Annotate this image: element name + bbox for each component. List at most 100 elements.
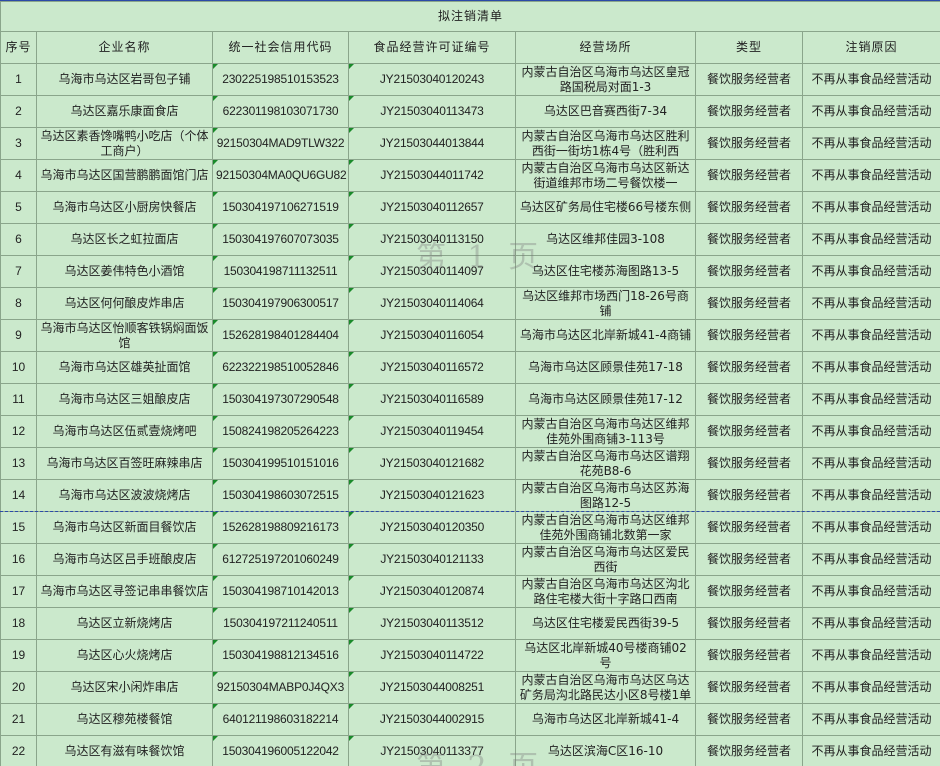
cell-type[interactable]: 餐饮服务经营者 <box>695 671 803 704</box>
cell-type[interactable]: 餐饮服务经营者 <box>695 159 803 192</box>
cell-address[interactable]: 内蒙古自治区乌海市乌达区皇冠路国税局对面1-3 <box>515 63 696 96</box>
cell-reason[interactable]: 不再从事食品经营活动 <box>801 159 940 192</box>
cell-type[interactable]: 餐饮服务经营者 <box>695 735 803 766</box>
cell-credit-code[interactable]: 150304197906300517 <box>212 287 349 320</box>
cell-license-number[interactable]: JY21503040121682 <box>348 447 516 480</box>
cell-address[interactable]: 乌达区北岸新城40号楼商铺02号 <box>515 639 696 672</box>
cell-license-number[interactable]: JY21503040119454 <box>348 415 516 448</box>
cell-reason[interactable]: 不再从事食品经营活动 <box>801 703 940 736</box>
cell-type[interactable]: 餐饮服务经营者 <box>695 447 803 480</box>
cell-company-name[interactable]: 乌海市乌达区雄英扯面馆 <box>36 351 213 384</box>
cell-company-name[interactable]: 乌达区长之虹拉面店 <box>36 223 213 256</box>
cell-company-name[interactable]: 乌海市乌达区寻签记串串餐饮店 <box>36 575 213 608</box>
cell-credit-code[interactable]: 152628198401284404 <box>212 319 349 352</box>
cell-address[interactable]: 内蒙古自治区乌海市乌达区谱翔花苑B8-6 <box>515 447 696 480</box>
header-cell-license-number[interactable]: 食品经营许可证编号 <box>348 31 516 64</box>
cell-type[interactable]: 餐饮服务经营者 <box>695 703 803 736</box>
cell-type[interactable]: 餐饮服务经营者 <box>695 63 803 96</box>
cell-company-name[interactable]: 乌海市乌达区怡顺客铁锅焖面饭馆 <box>36 319 213 352</box>
cell-address[interactable]: 内蒙古自治区乌海市乌达区沟北路住宅楼大街十字路口西南 <box>515 575 696 608</box>
cell-license-number[interactable]: JY21503044002915 <box>348 703 516 736</box>
cell-reason[interactable]: 不再从事食品经营活动 <box>801 607 940 640</box>
cell-index[interactable]: 18 <box>0 607 37 640</box>
cell-address[interactable]: 内蒙古自治区乌海市乌达区维邦佳苑外围商铺北数第一家 <box>515 511 696 544</box>
cell-reason[interactable]: 不再从事食品经营活动 <box>801 63 940 96</box>
cell-company-name[interactable]: 乌海市乌达区三姐酿皮店 <box>36 383 213 416</box>
cell-type[interactable]: 餐饮服务经营者 <box>695 191 803 224</box>
cell-company-name[interactable]: 乌达区何何酿皮炸串店 <box>36 287 213 320</box>
cell-type[interactable]: 餐饮服务经营者 <box>695 639 803 672</box>
cell-type[interactable]: 餐饮服务经营者 <box>695 127 803 160</box>
cell-credit-code[interactable]: 622301198103071730 <box>212 95 349 128</box>
cell-address[interactable]: 乌海市乌达区顾景佳苑17-18 <box>515 351 696 384</box>
header-cell-type[interactable]: 类型 <box>695 31 803 64</box>
cell-address[interactable]: 乌达区住宅楼苏海图路13-5 <box>515 255 696 288</box>
cell-address[interactable]: 内蒙古自治区乌海市乌达区胜利西街一街坊1栋4号（胜利西 <box>515 127 696 160</box>
cell-type[interactable]: 餐饮服务经营者 <box>695 287 803 320</box>
cell-company-name[interactable]: 乌达区姜伟特色小酒馆 <box>36 255 213 288</box>
cell-company-name[interactable]: 乌海市乌达区伍贰壹烧烤吧 <box>36 415 213 448</box>
cell-credit-code[interactable]: 152628198809216173 <box>212 511 349 544</box>
cell-license-number[interactable]: JY21503044013844 <box>348 127 516 160</box>
cell-address[interactable]: 内蒙古自治区乌海市乌达区乌达矿务局沟北路民达小区8号楼1单元 <box>515 671 696 704</box>
cell-license-number[interactable]: JY21503044008251 <box>348 671 516 704</box>
cell-company-name[interactable]: 乌海市乌达区吕手班酿皮店 <box>36 543 213 576</box>
cell-index[interactable]: 16 <box>0 543 37 576</box>
cell-address[interactable]: 内蒙古自治区乌海市乌达区新达街道维邦市场二号餐饮楼一 <box>515 159 696 192</box>
cell-license-number[interactable]: JY21503040116054 <box>348 319 516 352</box>
cell-reason[interactable]: 不再从事食品经营活动 <box>801 447 940 480</box>
cell-reason[interactable]: 不再从事食品经营活动 <box>801 223 940 256</box>
cell-address[interactable]: 内蒙古自治区乌海市乌达区维邦佳苑外围商铺3-113号 <box>515 415 696 448</box>
cell-company-name[interactable]: 乌海市乌达区国营鹏鹏面馆门店 <box>36 159 213 192</box>
cell-reason[interactable]: 不再从事食品经营活动 <box>801 191 940 224</box>
header-cell-index[interactable]: 序号 <box>0 31 37 64</box>
cell-type[interactable]: 餐饮服务经营者 <box>695 95 803 128</box>
cell-reason[interactable]: 不再从事食品经营活动 <box>801 383 940 416</box>
cell-credit-code[interactable]: 92150304MAD9TLW322 <box>212 127 349 160</box>
cell-license-number[interactable]: JY21503040120350 <box>348 511 516 544</box>
cell-address[interactable]: 乌海市乌达区北岸新城41-4商铺 <box>515 319 696 352</box>
cell-index[interactable]: 21 <box>0 703 37 736</box>
cell-license-number[interactable]: JY21503040120243 <box>348 63 516 96</box>
cell-index[interactable]: 15 <box>0 511 37 544</box>
cell-index[interactable]: 13 <box>0 447 37 480</box>
cell-reason[interactable]: 不再从事食品经营活动 <box>801 671 940 704</box>
cell-type[interactable]: 餐饮服务经营者 <box>695 479 803 512</box>
cell-address[interactable]: 乌海市乌达区北岸新城41-4 <box>515 703 696 736</box>
cell-credit-code[interactable]: 150824198205264223 <box>212 415 349 448</box>
cell-reason[interactable]: 不再从事食品经营活动 <box>801 543 940 576</box>
cell-company-name[interactable]: 乌海市乌达区岩哥包子铺 <box>36 63 213 96</box>
cell-index[interactable]: 11 <box>0 383 37 416</box>
cell-credit-code[interactable]: 150304197607073035 <box>212 223 349 256</box>
cell-reason[interactable]: 不再从事食品经营活动 <box>801 127 940 160</box>
cell-index[interactable]: 5 <box>0 191 37 224</box>
cell-index[interactable]: 19 <box>0 639 37 672</box>
cell-company-name[interactable]: 乌达区心火烧烤店 <box>36 639 213 672</box>
cell-type[interactable]: 餐饮服务经营者 <box>695 255 803 288</box>
cell-type[interactable]: 餐饮服务经营者 <box>695 319 803 352</box>
cell-credit-code[interactable]: 92150304MA0QU6GU82 <box>212 159 349 192</box>
cell-address[interactable]: 乌达区住宅楼爱民西街39-5 <box>515 607 696 640</box>
cell-company-name[interactable]: 乌海市乌达区百签旺麻辣串店 <box>36 447 213 480</box>
header-cell-credit-code[interactable]: 统一社会信用代码 <box>212 31 349 64</box>
cell-company-name[interactable]: 乌达区嘉乐康面食店 <box>36 95 213 128</box>
cell-index[interactable]: 14 <box>0 479 37 512</box>
cell-credit-code[interactable]: 150304197307290548 <box>212 383 349 416</box>
cell-type[interactable]: 餐饮服务经营者 <box>695 415 803 448</box>
cell-license-number[interactable]: JY21503040116572 <box>348 351 516 384</box>
cell-credit-code[interactable]: 150304196005122042 <box>212 735 349 766</box>
cell-reason[interactable]: 不再从事食品经营活动 <box>801 287 940 320</box>
cell-reason[interactable]: 不再从事食品经营活动 <box>801 511 940 544</box>
cell-index[interactable]: 6 <box>0 223 37 256</box>
cell-index[interactable]: 1 <box>0 63 37 96</box>
cell-address[interactable]: 乌达区巴音赛西街7-34 <box>515 95 696 128</box>
cell-index[interactable]: 12 <box>0 415 37 448</box>
cell-license-number[interactable]: JY21503040116589 <box>348 383 516 416</box>
cell-company-name[interactable]: 乌达区立新烧烤店 <box>36 607 213 640</box>
cell-credit-code[interactable]: 150304197211240511 <box>212 607 349 640</box>
cell-license-number[interactable]: JY21503040114097 <box>348 255 516 288</box>
cell-reason[interactable]: 不再从事食品经营活动 <box>801 415 940 448</box>
cell-type[interactable]: 餐饮服务经营者 <box>695 351 803 384</box>
cell-company-name[interactable]: 乌海市乌达区波波烧烤店 <box>36 479 213 512</box>
cell-license-number[interactable]: JY21503040121623 <box>348 479 516 512</box>
